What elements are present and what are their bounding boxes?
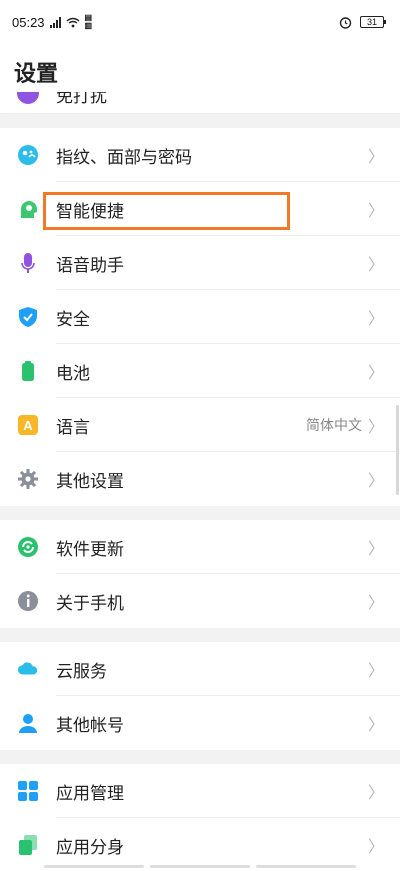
app-clone-icon xyxy=(17,834,39,856)
settings-item-value: 简体中文 xyxy=(305,418,362,434)
shield-check-icon xyxy=(17,306,39,328)
settings-item[interactable]: 电池 〉 xyxy=(0,344,400,398)
chevron-right-icon: 〉 xyxy=(367,783,384,802)
home-indicator[interactable] xyxy=(0,865,400,869)
settings-item[interactable]: 智能便捷 〉 xyxy=(0,182,400,236)
cloud-icon xyxy=(17,658,39,680)
settings-item[interactable]: 应用分身 〉 xyxy=(0,818,400,871)
update-icon xyxy=(17,536,39,558)
scrollbar[interactable] xyxy=(396,405,399,495)
section-gap xyxy=(0,750,400,764)
chevron-right-icon: 〉 xyxy=(367,715,384,734)
settings-item-do-not-disturb[interactable]: 免打扰 xyxy=(0,92,400,114)
settings-item-label: 语音助手 xyxy=(56,255,124,276)
settings-group: 软件更新〉关于手机〉 xyxy=(0,520,400,628)
microphone-icon xyxy=(17,252,39,274)
moon-icon xyxy=(17,92,39,104)
signal-icon xyxy=(49,16,61,28)
chevron-right-icon: 〉 xyxy=(367,539,384,558)
section-gap xyxy=(0,506,400,520)
chevron-right-icon: 〉 xyxy=(367,201,384,220)
settings-item-label: 智能便捷 xyxy=(56,201,124,222)
battery-icon xyxy=(17,360,39,382)
settings-item-label: 软件更新 xyxy=(56,539,124,560)
status-left: 05:23 ▤ ▥ xyxy=(12,14,92,30)
settings-item[interactable]: 其他设置 〉 xyxy=(0,452,400,506)
settings-item-label: 云服务 xyxy=(56,661,107,682)
settings-group: 应用管理〉应用分身〉 xyxy=(0,764,400,871)
status-right: 31 xyxy=(339,16,386,29)
wifi-icon xyxy=(66,17,80,28)
settings-item[interactable]: 软件更新 〉 xyxy=(0,520,400,574)
section-gap xyxy=(0,628,400,642)
settings-item-label: 指纹、面部与密码 xyxy=(56,147,192,168)
person-icon xyxy=(17,712,39,734)
settings-item[interactable]: 应用管理 〉 xyxy=(0,764,400,818)
svg-text:A: A xyxy=(23,418,33,433)
settings-item-label: 其他帐号 xyxy=(56,715,124,736)
settings-item-label: 应用分身 xyxy=(56,837,124,858)
status-bar: 05:23 ▤ ▥ 31 xyxy=(0,0,400,44)
chevron-right-icon: 〉 xyxy=(367,593,384,612)
settings-item-label: 电池 xyxy=(56,363,90,384)
settings-item-label: 安全 xyxy=(56,309,90,330)
settings-item[interactable]: 语音助手 〉 xyxy=(0,236,400,290)
smart-head-icon xyxy=(17,198,39,220)
settings-item[interactable]: 指纹、面部与密码 〉 xyxy=(0,128,400,182)
battery-indicator: 31 xyxy=(360,16,386,28)
settings-item[interactable]: A 语言 简体中文〉 xyxy=(0,398,400,452)
settings-item-label: 应用管理 xyxy=(56,783,124,804)
chevron-right-icon: 〉 xyxy=(367,471,384,490)
info-icon xyxy=(17,590,39,612)
gear-icon xyxy=(17,468,39,490)
alarm-icon xyxy=(339,16,352,29)
chevron-right-icon: 〉 xyxy=(367,255,384,274)
settings-item-label: 免打扰 xyxy=(56,92,107,107)
data-speed-icon: ▤ ▥ xyxy=(84,13,93,30)
app-grid-icon xyxy=(17,780,39,802)
status-time: 05:23 xyxy=(12,14,45,30)
page-title: 设置 xyxy=(14,62,59,87)
chevron-right-icon: 〉 xyxy=(367,363,384,382)
settings-item-label: 关于手机 xyxy=(56,593,124,614)
chevron-right-icon: 〉 xyxy=(367,661,384,680)
chevron-right-icon: 〉 xyxy=(367,417,384,436)
language-a-icon: A xyxy=(17,414,39,436)
settings-item[interactable]: 云服务 〉 xyxy=(0,642,400,696)
settings-item-label: 语言 xyxy=(56,417,90,438)
section-gap xyxy=(0,114,400,128)
chevron-right-icon: 〉 xyxy=(367,837,384,856)
settings-group: 指纹、面部与密码〉智能便捷〉语音助手〉安全〉电池〉 A 语言 简体中文〉其他设置〉 xyxy=(0,128,400,506)
settings-item-label: 其他设置 xyxy=(56,471,124,492)
fingerprint-face-icon xyxy=(17,144,39,166)
chevron-right-icon: 〉 xyxy=(367,309,384,328)
settings-item[interactable]: 关于手机 〉 xyxy=(0,574,400,628)
settings-group: 云服务〉其他帐号〉 xyxy=(0,642,400,750)
chevron-right-icon: 〉 xyxy=(367,147,384,166)
settings-item[interactable]: 安全 〉 xyxy=(0,290,400,344)
settings-item[interactable]: 其他帐号 〉 xyxy=(0,696,400,750)
